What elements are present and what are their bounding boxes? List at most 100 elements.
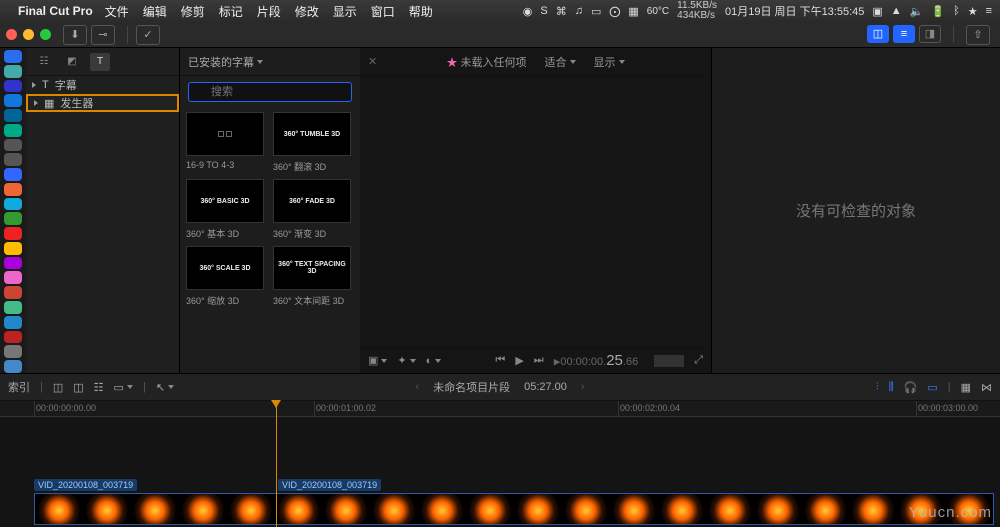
dock-app-icon[interactable] xyxy=(4,257,22,270)
menu-clip[interactable]: 片段 xyxy=(257,3,281,20)
menu-edit[interactable]: 编辑 xyxy=(143,3,167,20)
dock-app-icon[interactable] xyxy=(4,65,22,78)
timeline-pane-toggle[interactable]: ≡ xyxy=(893,25,915,43)
app-name[interactable]: Final Cut Pro xyxy=(18,4,93,18)
transform-dropdown-icon[interactable]: ▣ xyxy=(368,354,387,367)
dock-app-icon[interactable] xyxy=(4,316,22,329)
title-preset-card[interactable]: 360° BASIC 3D360° 基本 3D xyxy=(186,179,267,240)
playhead[interactable] xyxy=(276,401,277,527)
dock-app-icon[interactable] xyxy=(4,50,22,63)
prev-edit-icon[interactable]: ⏮ xyxy=(495,354,505,367)
bluetooth-icon[interactable]: ⌘ xyxy=(556,5,567,18)
display-menu-icon[interactable]: ▣ xyxy=(872,5,882,18)
import-button[interactable]: ⬇ xyxy=(63,25,87,45)
disclosure-triangle-icon[interactable] xyxy=(34,100,38,106)
timeline-history-fwd-icon[interactable]: › xyxy=(581,381,585,393)
title-preset-card[interactable]: 360° TUMBLE 3D360° 翻滚 3D xyxy=(273,112,354,173)
menu-icon[interactable]: ≡ xyxy=(986,5,992,17)
airplay-icon[interactable]: ▲ xyxy=(891,5,902,17)
dock-app-icon[interactable] xyxy=(4,80,22,93)
dock-app-icon[interactable] xyxy=(4,212,22,225)
menu-help[interactable]: 帮助 xyxy=(409,3,433,20)
timeline-history-back-icon[interactable]: ‹ xyxy=(415,381,419,393)
share-button[interactable]: ⇧ xyxy=(966,25,990,45)
timeline-transitions-icon[interactable]: ⋈ xyxy=(981,381,992,394)
dock-app-icon[interactable] xyxy=(4,198,22,211)
enhance-dropdown-icon[interactable]: ✦ xyxy=(397,354,415,367)
dock-app-icon[interactable] xyxy=(4,227,22,240)
audio-skimming-icon[interactable]: ⫼ xyxy=(889,381,894,394)
browser-filter-dropdown[interactable]: 已安装的字幕 xyxy=(188,54,263,70)
library-pane-toggle[interactable]: ◫ xyxy=(867,25,889,43)
titles-tab-icon[interactable]: T xyxy=(90,53,110,71)
solo-icon[interactable]: 🎧 xyxy=(904,381,918,394)
disclosure-triangle-icon[interactable] xyxy=(32,82,36,88)
clip-appearance-icon-2[interactable]: ◫ xyxy=(73,381,83,394)
close-viewer-icon[interactable]: ✕ xyxy=(368,55,377,68)
dock-app-icon[interactable] xyxy=(4,242,22,255)
title-preset-card[interactable]: 360° FADE 3D360° 渐变 3D xyxy=(273,179,354,240)
display-icon[interactable]: ▭ xyxy=(591,5,601,18)
minimize-window-button[interactable] xyxy=(23,29,34,40)
menu-file[interactable]: 文件 xyxy=(105,3,129,20)
title-preset-card[interactable]: 360° TEXT SPACING 3D360° 文本间距 3D xyxy=(273,246,354,307)
wifi-icon[interactable]: ⨀ xyxy=(609,5,620,18)
inspector-pane-toggle[interactable]: ◨ xyxy=(919,25,941,43)
close-window-button[interactable] xyxy=(6,29,17,40)
menu-trim[interactable]: 修剪 xyxy=(181,3,205,20)
timeline-ruler[interactable]: 00:00:00:00.00 00:00:01:00.02 00:00:02:0… xyxy=(0,401,1000,417)
sidebar-item-generators[interactable]: ▦ 发生器 xyxy=(26,94,179,112)
title-preset-card[interactable]: 16-9 TO 4-3 xyxy=(186,112,267,173)
fullscreen-icon[interactable]: ⤢ xyxy=(694,354,703,367)
volume-icon[interactable]: 🔈 xyxy=(910,5,924,18)
dock-app-icon[interactable] xyxy=(4,168,22,181)
photos-tab-icon[interactable]: ◩ xyxy=(62,53,82,71)
video-clip[interactable] xyxy=(34,493,994,525)
timeline-effects-icon[interactable]: ▦ xyxy=(961,381,971,394)
dock-app-icon[interactable] xyxy=(4,286,22,299)
next-edit-icon[interactable]: ⏭ xyxy=(534,354,544,367)
dock-app-icon[interactable] xyxy=(4,271,22,284)
play-icon[interactable]: ▶ xyxy=(515,354,523,367)
view-dropdown[interactable]: 显示 xyxy=(594,54,625,70)
background-tasks-button[interactable]: ✓ xyxy=(136,25,160,45)
clip-size-dropdown[interactable]: ▭ xyxy=(114,381,133,394)
dock-app-icon[interactable] xyxy=(4,94,22,107)
dock-app-icon[interactable] xyxy=(4,183,22,196)
clock[interactable]: 01月19日 周日 下午13:55:45 xyxy=(725,3,864,19)
title-preset-card[interactable]: 360° SCALE 3D360° 缩放 3D xyxy=(186,246,267,307)
zoom-window-button[interactable] xyxy=(40,29,51,40)
menu-window[interactable]: 窗口 xyxy=(371,3,395,20)
select-tool-dropdown[interactable]: ↖ xyxy=(156,381,174,394)
sidebar-item-titles[interactable]: T 字幕 xyxy=(26,76,179,94)
dock-app-icon[interactable] xyxy=(4,301,22,314)
dock-app-icon[interactable] xyxy=(4,109,22,122)
menu-view[interactable]: 显示 xyxy=(333,3,357,20)
video-track[interactable]: VID_20200108_003719 VID_20200108_003719 xyxy=(34,493,994,525)
clip-appearance-icon[interactable]: ◫ xyxy=(53,381,63,394)
status-s-icon[interactable]: S xyxy=(540,5,547,17)
menu-modify[interactable]: 修改 xyxy=(295,3,319,20)
retime-dropdown-icon[interactable]: ◐ xyxy=(426,355,442,367)
fit-dropdown[interactable]: 适合 xyxy=(545,54,576,70)
search-input[interactable] xyxy=(188,82,352,102)
clip-appearance-icon-3[interactable]: ☷ xyxy=(94,381,104,394)
project-name[interactable]: 未命名项目片段 xyxy=(433,379,510,395)
menu-mark[interactable]: 标记 xyxy=(219,3,243,20)
skimming-icon[interactable]: ⫶ xyxy=(876,381,879,394)
dock-app-icon[interactable] xyxy=(4,153,22,166)
dock-app-icon[interactable] xyxy=(4,331,22,344)
star-icon[interactable]: ★ xyxy=(968,5,978,18)
keyword-button[interactable]: ⊸ xyxy=(91,25,115,45)
dock-app-icon[interactable] xyxy=(4,360,22,373)
siri-icon[interactable]: ◉ xyxy=(523,5,533,18)
library-tab-icon[interactable]: ☷ xyxy=(34,53,54,71)
dock-app-icon[interactable] xyxy=(4,139,22,152)
index-button[interactable]: 索引 xyxy=(8,379,30,395)
dock-app-icon[interactable] xyxy=(4,345,22,358)
keyboard-icon[interactable]: ▦ xyxy=(628,5,638,18)
timeline-panel[interactable]: 00:00:00:00.00 00:00:01:00.02 00:00:02:0… xyxy=(0,401,1000,527)
battery-icon[interactable]: 🔋 xyxy=(931,5,945,18)
timecode-display[interactable]: ▶00:00:00.25.66 xyxy=(554,352,638,369)
bt-icon[interactable]: ᛒ xyxy=(953,5,960,17)
